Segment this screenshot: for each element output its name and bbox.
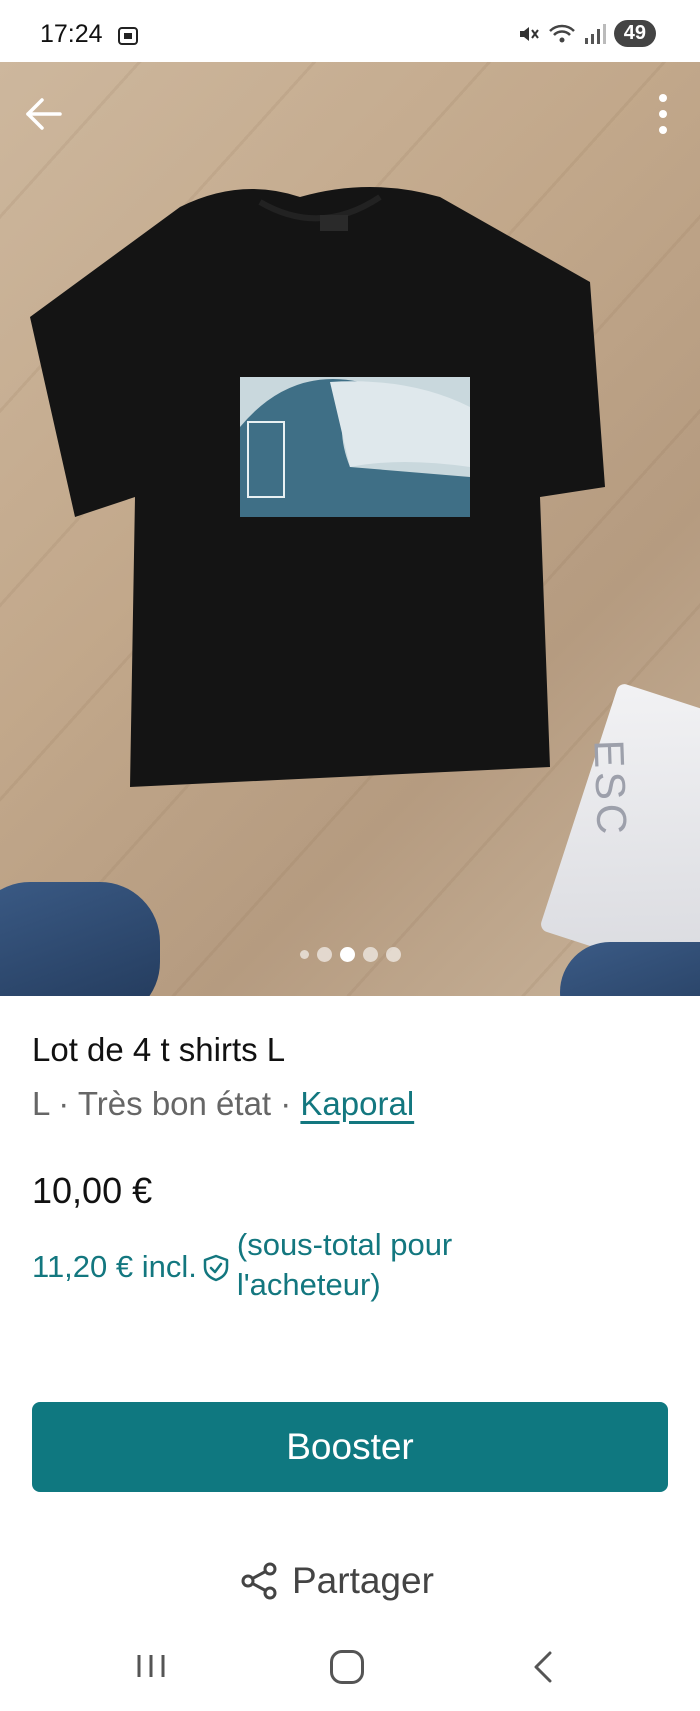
signal-icon: [584, 23, 606, 44]
item-details: Lot de 4 t shirts L L · Très bon état · …: [32, 1030, 672, 1124]
buyer-price: 11,20 € incl.: [32, 1249, 197, 1284]
carousel-dot[interactable]: [300, 950, 309, 959]
screen-record-icon: [118, 27, 138, 45]
arrow-left-icon[interactable]: [22, 92, 66, 136]
item-condition: Très bon état: [77, 1085, 272, 1122]
carousel-dots: [300, 947, 401, 962]
meta-separator: ·: [49, 1085, 78, 1122]
system-nav-bar: [0, 1620, 700, 1711]
status-bar: 17:24 49: [0, 0, 700, 62]
brand-link[interactable]: Kaporal: [300, 1085, 414, 1122]
share-button[interactable]: Partager: [240, 1560, 434, 1602]
recent-apps-icon[interactable]: [134, 1652, 168, 1680]
mute-icon: [519, 26, 539, 41]
item-price: 10,00 €: [32, 1170, 153, 1211]
share-icon: [241, 1562, 277, 1600]
tshirt-image: [30, 187, 605, 787]
battery-badge: 49: [613, 20, 656, 47]
meta-separator: ·: [271, 1085, 301, 1122]
jeans-left: [0, 882, 160, 996]
more-vertical-icon[interactable]: [646, 92, 680, 136]
carousel-dot[interactable]: [386, 947, 401, 962]
carousel-dot-active[interactable]: [340, 947, 355, 962]
product-photo[interactable]: ESC: [0, 62, 700, 996]
buyer-price-note: (sous-total pour l'acheteur): [236, 1227, 453, 1302]
item-meta: L · Très bon état · Kaporal: [32, 1084, 672, 1124]
status-icons: 49: [516, 20, 656, 47]
carousel-dot[interactable]: [363, 947, 378, 962]
booster-label: Booster: [286, 1426, 414, 1467]
item-title: Lot de 4 t shirts L: [32, 1031, 286, 1068]
booster-button[interactable]: Booster: [32, 1402, 668, 1492]
item-size: L: [32, 1085, 50, 1122]
buyer-price-info[interactable]: 11,20 € incl. (sous-total pour l'acheteu…: [32, 1225, 527, 1305]
jeans-right: [560, 942, 700, 996]
nav-back-icon[interactable]: [530, 1650, 556, 1684]
share-label: Partager: [292, 1560, 434, 1601]
status-time: 17:24: [40, 20, 103, 48]
wifi-icon: [548, 24, 575, 42]
carousel-dot[interactable]: [317, 947, 332, 962]
shield-check-icon: [203, 1254, 229, 1282]
home-icon[interactable]: [330, 1650, 364, 1684]
